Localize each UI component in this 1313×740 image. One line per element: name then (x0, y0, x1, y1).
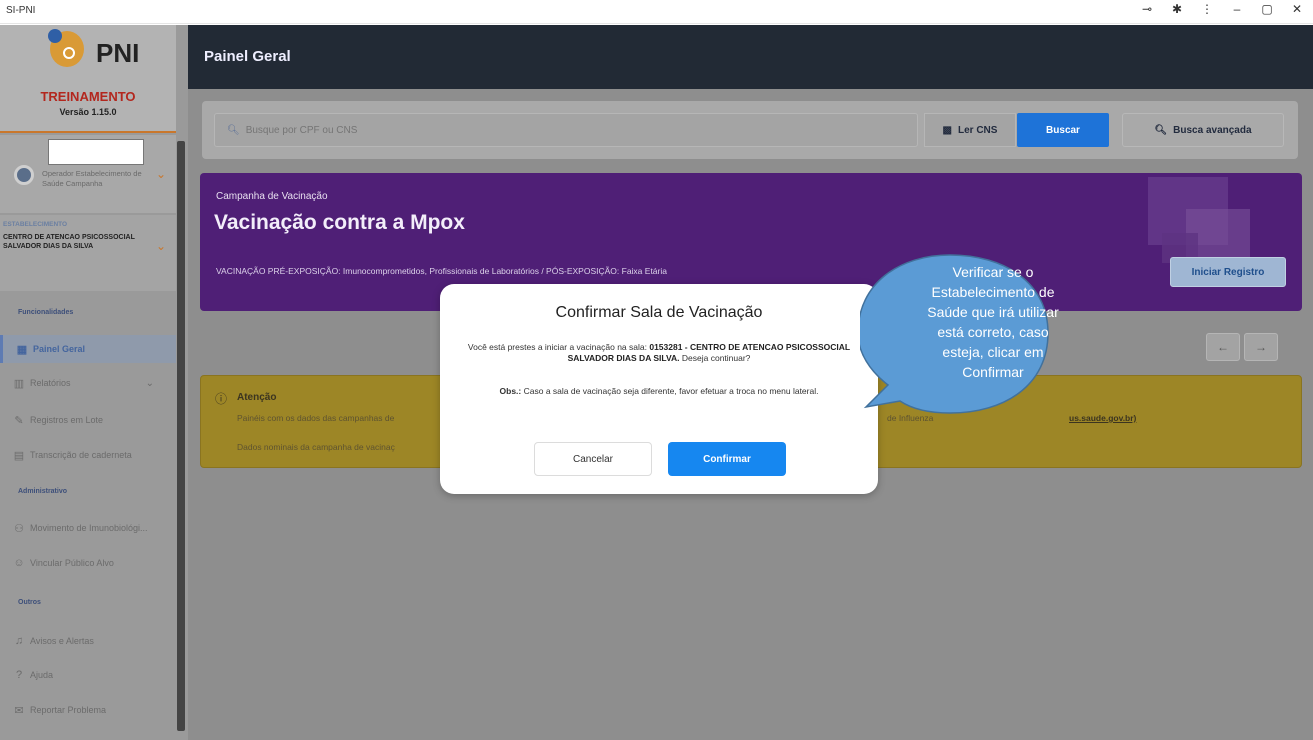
users-icon: ⚇ (14, 522, 24, 535)
dialog-note-label: Obs.: (499, 386, 522, 396)
version-label: Versão 1.15.0 (59, 107, 117, 117)
document-icon: ▤ (13, 449, 25, 462)
extension-icon[interactable]: ✱ (1169, 2, 1185, 16)
campaign-title: Vacinação contra a Mpox (214, 211, 465, 234)
advanced-search-label: Busca avançada (1173, 124, 1252, 136)
sidebar-item-movimento[interactable]: ⚇ Movimento de Imunobiológi... (0, 514, 176, 542)
sidebar-item-avisos[interactable]: ♫ Avisos e Alertas (0, 627, 176, 655)
pencil-icon: ✎ (14, 414, 24, 427)
section-administrativo: Administrativo (18, 488, 68, 495)
dialog-note-text: Caso a sala de vacinação seja diferente,… (523, 386, 819, 396)
user-selector[interactable]: Operador Estabelecimento de Saúde Campan… (0, 135, 176, 213)
search-input[interactable] (245, 124, 646, 136)
dialog-message-prefix: Você está prestes a iniciar a vacinação … (467, 342, 647, 352)
chat-icon: ✉ (14, 704, 24, 717)
alert-title: Atenção (237, 392, 277, 403)
sidebar-item-label: Movimento de Imunobiológi... (30, 523, 148, 533)
user-icon: ☺ (13, 557, 25, 569)
dialog-note: Obs.: Caso a sala de vacinação seja dife… (458, 386, 860, 397)
user-role: Operador Estabelecimento de Saúde Campan… (42, 169, 142, 188)
search-icon: 🔍︎ (1154, 124, 1168, 136)
campaign-description: VACINAÇÃO PRÉ-EXPOSIÇÃO: Imunocomprometi… (216, 266, 667, 276)
search-icon: 🔍︎ (227, 124, 240, 136)
minimize-icon[interactable]: – (1229, 2, 1245, 16)
chevron-down-icon[interactable]: ⌄ (156, 167, 166, 181)
chevron-down-icon[interactable]: ⌄ (156, 239, 166, 253)
pni-logo-icon (48, 29, 84, 67)
carousel-nav: ← → (1206, 333, 1278, 361)
avatar (14, 165, 34, 185)
establishment-name: CENTRO DE ATENCAO PSICOSSOCIAL SALVADOR … (3, 234, 135, 250)
logo-area: PNI TREINAMENTO Versão 1.15.0 (0, 25, 176, 133)
cancel-button[interactable]: Cancelar (534, 442, 652, 476)
window-titlebar: SI-PNI ⊸ ✱ ⋮ – ▢ ✕ (0, 0, 1313, 24)
sidebar-item-label: Transcrição de caderneta (30, 450, 132, 460)
search-field[interactable]: 🔍︎ (214, 113, 918, 147)
sidebar-item-registros-lote[interactable]: ✎ Registros em Lote (0, 406, 176, 434)
campaign-subtitle: Campanha de Vacinação (216, 191, 328, 202)
sidebar-item-label: Vincular Público Alvo (30, 558, 114, 568)
sidebar-item-label: Reportar Problema (30, 705, 107, 715)
alert-text-1: Painéis com os dados das campanhas de (237, 413, 395, 423)
search-panel: 🔍︎ ▩ Ler CNS Buscar 🔍︎ Busca avançada (202, 101, 1298, 159)
sidebar-item-vincular[interactable]: ☺ Vincular Público Alvo (0, 549, 176, 577)
dashboard-icon: ▦ (16, 343, 28, 356)
section-funcionalidades: Funcionalidades (18, 309, 74, 316)
establishment-label: ESTABELECIMENTO (3, 221, 68, 228)
sidebar-item-reportar[interactable]: ✉ Reportar Problema (0, 696, 176, 724)
sidebar-item-label: Avisos e Alertas (30, 636, 94, 646)
dialog-message: Você está prestes a iniciar a vacinação … (458, 342, 860, 364)
confirm-room-dialog: Confirmar Sala de Vacinação Você está pr… (440, 284, 878, 494)
close-icon[interactable]: ✕ (1289, 2, 1305, 16)
bell-icon: ♫ (14, 635, 24, 647)
key-icon[interactable]: ⊸ (1139, 2, 1155, 16)
sidebar-item-transcricao[interactable]: ▤ Transcrição de caderneta (0, 441, 176, 469)
sidebar-item-relatorios[interactable]: ▥ Relatórios ⌄ (0, 369, 176, 397)
read-cns-button[interactable]: ▩ Ler CNS (924, 113, 1016, 147)
sidebar-item-label: Relatórios (30, 378, 71, 388)
advanced-search-button[interactable]: 🔍︎ Busca avançada (1122, 113, 1284, 147)
search-button[interactable]: Buscar (1017, 113, 1109, 147)
more-icon[interactable]: ⋮ (1199, 2, 1215, 16)
sidebar-item-label: Painel Geral (33, 344, 86, 354)
confirm-button[interactable]: Confirmar (668, 442, 786, 476)
sidebar-scrollbar[interactable] (177, 141, 185, 731)
page-header: Painel Geral (188, 25, 1313, 89)
section-outros: Outros (18, 599, 41, 606)
logo-text: PNI (96, 38, 140, 68)
help-icon: ? (15, 669, 23, 681)
read-cns-label: Ler CNS (958, 124, 998, 136)
info-icon: ⓘ (215, 392, 228, 406)
page-title: Painel Geral (204, 48, 291, 65)
arrow-left-icon[interactable]: ← (1206, 333, 1240, 361)
establishment-selector[interactable]: ESTABELECIMENTO CENTRO DE ATENCAO PSICOS… (0, 215, 176, 291)
qr-code-icon: ▩ (942, 124, 952, 136)
sidebar-item-label: Registros em Lote (30, 415, 104, 425)
sidebar-item-painel-geral[interactable]: ▦ Painel Geral (0, 335, 176, 363)
callout-text: Verificar se o Estabelecimento de Saúde … (927, 264, 1059, 380)
window-title: SI-PNI (6, 5, 36, 16)
chevron-down-icon: ⌄ (145, 377, 154, 389)
maximize-icon[interactable]: ▢ (1259, 2, 1275, 16)
arrow-right-icon[interactable]: → (1244, 333, 1278, 361)
alert-text-2: Dados nominais da campanha de vacinaç (237, 442, 395, 452)
dialog-title: Confirmar Sala de Vacinação (555, 304, 763, 321)
start-registration-button[interactable]: Iniciar Registro (1170, 257, 1286, 287)
sidebar-item-label: Ajuda (30, 670, 54, 680)
sidebar: PNI TREINAMENTO Versão 1.15.0 Operador E… (0, 25, 188, 740)
user-name-box (48, 139, 144, 165)
dialog-message-suffix: Deseja continuar? (681, 353, 751, 363)
sidebar-item-ajuda[interactable]: ? Ajuda (0, 661, 176, 689)
chart-icon: ▥ (13, 377, 25, 390)
environment-label: TREINAMENTO (40, 89, 136, 104)
